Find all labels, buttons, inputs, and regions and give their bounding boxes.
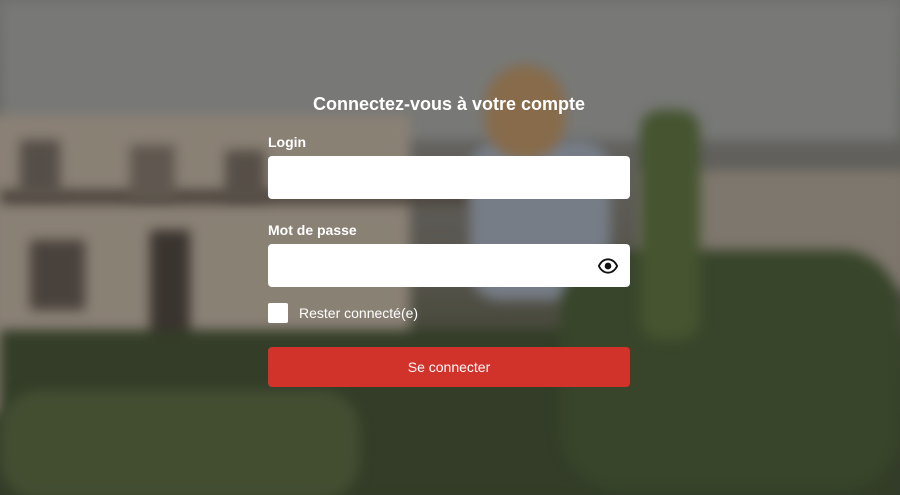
remember-me-label: Rester connecté(e) [299,305,419,321]
form-title: Connectez-vous à votre compte [312,94,586,114]
login-label: Login [268,134,307,150]
password-input[interactable] [268,244,630,287]
password-input-wrapper [268,244,630,287]
login-input-wrapper [268,156,630,199]
login-form: Connectez-vous à votre compte Login Mot … [268,92,630,387]
password-label: Mot de passe [268,222,357,238]
login-page: Connectez-vous à votre compte Login Mot … [0,0,900,495]
password-field-group: Mot de passe [268,221,630,287]
login-button[interactable]: Se connecter [268,347,630,387]
login-input[interactable] [268,156,630,199]
remember-me-checkbox[interactable] [268,303,288,323]
remember-me-row: Rester connecté(e) [268,302,630,324]
login-field-group: Login [268,133,630,199]
eye-icon[interactable] [597,256,619,276]
